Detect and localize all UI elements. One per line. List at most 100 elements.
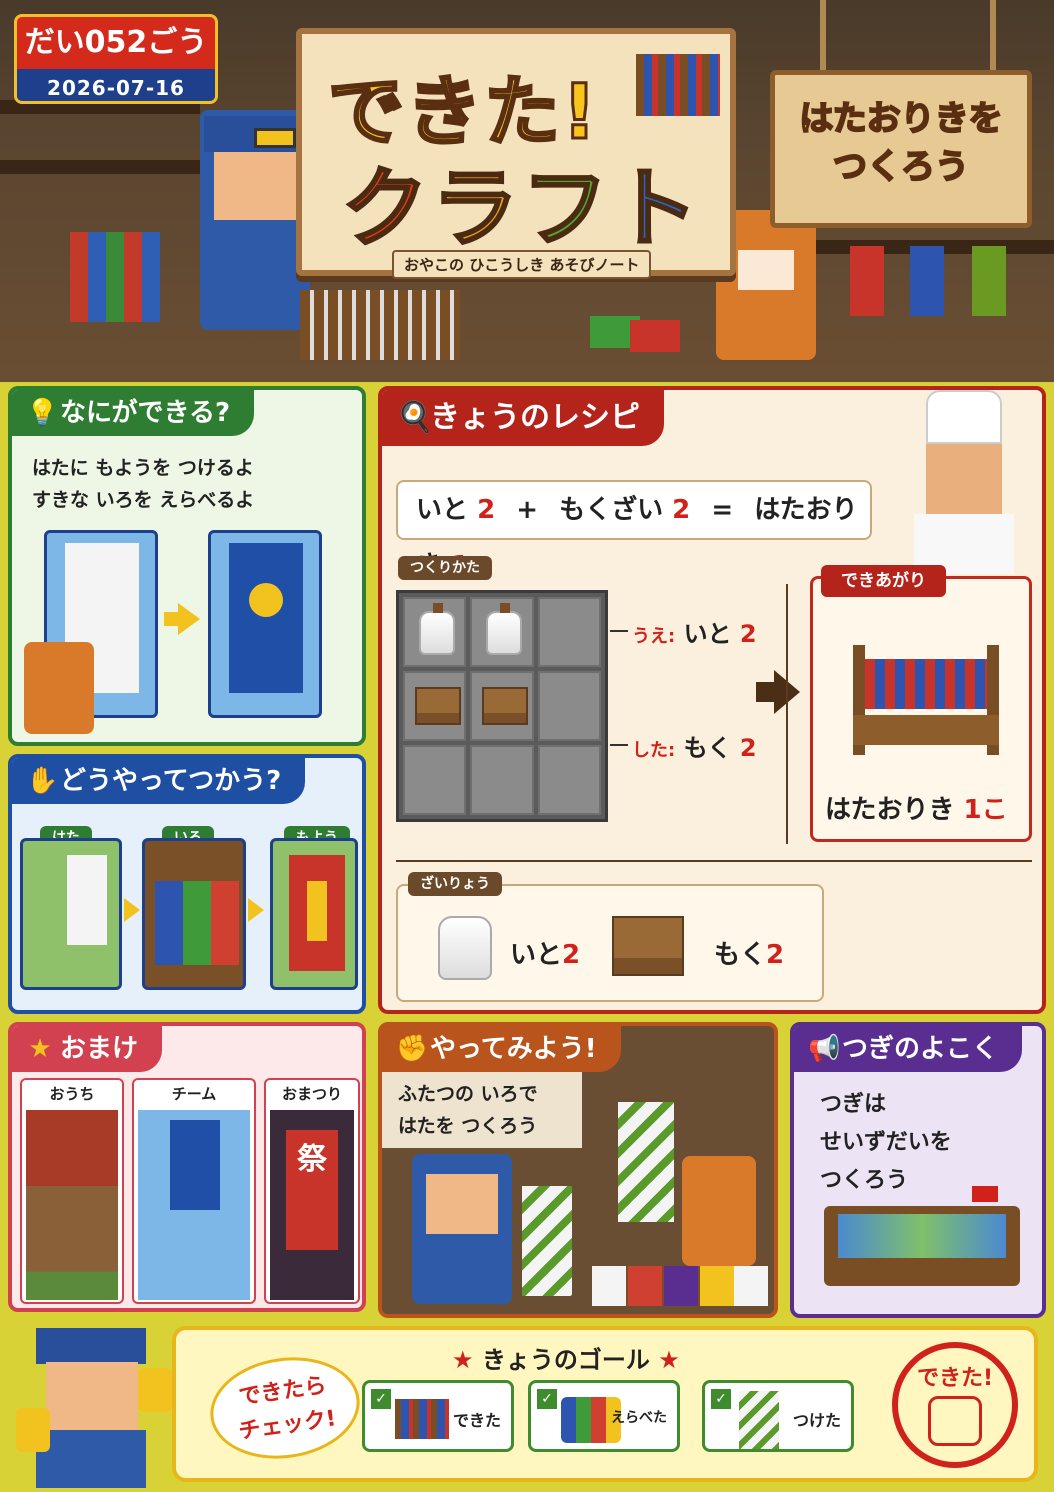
panel-what: 💡なにができる? はたに もようを つけるよ すきな いろを えらべるよ [8, 386, 366, 746]
try-line-2: はたを つくろう [398, 1115, 538, 1137]
chef-hat-icon: 🍳 [396, 400, 434, 435]
thread-icon [486, 603, 523, 655]
recipe-equation: いと 2 + もくざい 2 = はたおりき 1 [396, 480, 872, 581]
label-key: した: [632, 740, 676, 761]
title-char: ラ [431, 158, 522, 261]
festival-banner: 祭 [286, 1130, 338, 1250]
title-char: ク [341, 158, 432, 261]
label-item: もく [683, 734, 732, 762]
chef-character [892, 390, 1032, 580]
panel-bonus: ★ おまけ おうち チーム おまつり 祭 [8, 1022, 366, 1312]
fox-character [682, 1156, 756, 1266]
done-stamp: できた! [892, 1342, 1018, 1468]
material-count: 2 [562, 940, 581, 970]
material-1: いと2 [510, 934, 580, 971]
panel-bonus-title: ★ おまけ [12, 1026, 163, 1072]
divider [786, 584, 788, 844]
fox-character [24, 642, 94, 734]
panel-next: 📢つぎのよこく つぎは せいずだいを つくろう [790, 1022, 1046, 1318]
step-dye-picture [142, 838, 246, 990]
goal-check-label: つけた [792, 1411, 841, 1430]
crafting-grid [396, 590, 608, 822]
wood-icon [482, 687, 529, 725]
leader-line [610, 744, 628, 746]
bonus-card-label: おまつり [281, 1085, 342, 1103]
fist-icon: ✊ [396, 1034, 429, 1064]
megaphone-icon: 📢 [808, 1034, 841, 1064]
eq-count: 2 [672, 495, 691, 525]
loom-illustration [300, 290, 460, 360]
wood-icon [415, 687, 461, 725]
header-illustration: だい052ごう 2026-07-16 できた! クラフト おやこの ひこうしき … [0, 0, 1054, 382]
topic-text: はたおりきを つくろう [775, 95, 1027, 191]
panel-recipe: 🍳きょうのレシピ いと 2 + もくざい 2 = はたおりき 1 つくりかた う… [378, 386, 1046, 1014]
green-banner [618, 1102, 674, 1222]
goal-title-row: ★ きょうのゴール ★ [452, 1340, 680, 1375]
eq-item: もくざい [559, 495, 664, 525]
arrow-right-icon [124, 898, 140, 922]
star-icon: ★ [452, 1346, 474, 1374]
title-board: できた! クラフト おやこの ひこうしき あそびノート [296, 28, 736, 279]
next-line-1: つぎは [820, 1092, 887, 1117]
panel-recipe-title: 🍳きょうのレシピ [382, 390, 664, 446]
green-banner [522, 1186, 572, 1296]
goal-check-label: えらべた [611, 1410, 667, 1426]
eq-count: 2 [477, 495, 496, 525]
checkbox-icon[interactable]: ✓ [371, 1389, 391, 1409]
grid-slot[interactable] [537, 597, 601, 667]
thumbs-up-boy [16, 1318, 176, 1488]
bonus-card-label: チーム [171, 1085, 217, 1103]
arrow-right-icon [178, 603, 200, 635]
leader-line [610, 630, 628, 632]
label-key: うえ: [632, 626, 676, 647]
sign-rope [990, 0, 996, 70]
label-count: 2 [739, 734, 757, 762]
next-line-2: せいずだいを [820, 1130, 952, 1155]
title-char: ト [611, 158, 702, 261]
arrow-right-icon [248, 898, 264, 922]
result-label: はたおりき 1こ [825, 789, 1008, 826]
thread-icon [419, 603, 455, 655]
step-pattern-picture [270, 838, 358, 990]
result-tag: できあがり [821, 565, 946, 597]
panel-what-title: 💡なにができる? [12, 390, 255, 436]
hanging-banner-green [972, 246, 1006, 316]
grid-slot[interactable] [537, 671, 601, 741]
materials-box: ざいりょう いと2 もく2 [396, 872, 824, 1002]
panel-how-title: ✋どうやってつかう? [12, 758, 306, 804]
panel-try-title-text: やってみよう! [430, 1034, 597, 1064]
goal-check-3[interactable]: ✓ つけた [702, 1380, 854, 1452]
grid-slot[interactable] [403, 597, 467, 667]
checkbox-icon[interactable]: ✓ [711, 1389, 731, 1409]
stamp-text: できた! [916, 1366, 994, 1391]
material-count: 2 [766, 940, 785, 970]
eq-plus: + [516, 495, 539, 525]
try-line-1: ふたつの いろで [398, 1083, 538, 1105]
title-line-2: クラフト [341, 138, 702, 263]
grid-slot[interactable] [470, 671, 534, 741]
goal-check-1[interactable]: ✓ できた [362, 1380, 514, 1452]
flag-icon [972, 1186, 998, 1202]
grid-slot[interactable] [470, 745, 534, 815]
dye-bowls [592, 1266, 768, 1306]
next-text: つぎは せいずだいを つくろう [820, 1086, 952, 1200]
grid-slot[interactable] [537, 745, 601, 815]
panel-what-title-text: なにができる? [60, 398, 231, 428]
bonus-card-team: チーム [132, 1078, 256, 1304]
goal-check-2[interactable]: ✓ えらべた [528, 1380, 680, 1452]
issue-date: 2026-07-16 [17, 69, 215, 101]
panel-recipe-title-text: きょうのレシピ [430, 400, 640, 435]
grid-slot[interactable] [403, 745, 467, 815]
panel-how-title-text: どうやってつかう? [60, 766, 282, 796]
label-item: いと [683, 620, 732, 648]
topic-line-1: はたおりきを [798, 98, 1003, 140]
grid-slot[interactable] [403, 671, 467, 741]
panel-how: ✋どうやってつかう? はた いろ もよう [8, 754, 366, 1014]
hand-icon: ✋ [26, 766, 59, 796]
boy-character [200, 110, 310, 330]
try-text: ふたつの いろで はたを つくろう [398, 1078, 538, 1142]
checkbox-icon[interactable]: ✓ [537, 1389, 557, 1409]
result-box: できあがり はたおりき 1こ [810, 565, 1032, 842]
next-line-3: つくろう [820, 1168, 909, 1193]
grid-slot[interactable] [470, 597, 534, 667]
